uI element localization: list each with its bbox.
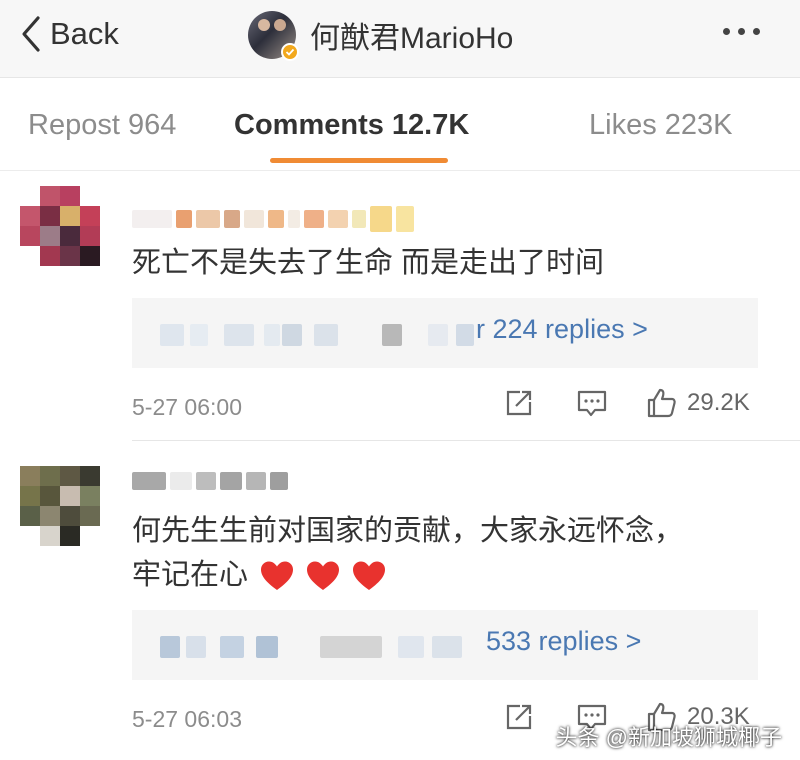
repost-button[interactable]: [502, 386, 536, 420]
thumbs-up-icon: [647, 388, 676, 418]
comment-text: 死亡不是失去了生命 而是走出了时间: [132, 247, 605, 279]
red-heart-icon: [353, 561, 386, 591]
comment-divider: [132, 440, 800, 441]
page-title: 何猷君MarioHo: [310, 22, 514, 55]
back-label: Back: [50, 16, 119, 51]
tab-comments[interactable]: Comments 12.7K: [234, 109, 469, 142]
view-replies-link[interactable]: r 224 replies >: [476, 314, 648, 345]
top-nav-bar: Back 何猷君MarioHo: [0, 0, 800, 78]
repost-button[interactable]: [502, 700, 536, 734]
comment-icon: [577, 390, 607, 417]
red-heart-icon: [307, 561, 340, 591]
comment-button[interactable]: [575, 386, 609, 420]
commenter-avatar[interactable]: [20, 186, 100, 266]
red-heart-icon: [261, 561, 294, 591]
like-count: 29.2K: [687, 389, 750, 416]
verified-badge-icon: [281, 43, 299, 61]
tab-bar: Repost 964 Comments 12.7K Likes 223K: [0, 79, 800, 171]
comment-text-line2: 牢记在心: [132, 552, 386, 598]
share-icon: [506, 704, 532, 730]
like-button[interactable]: 29.2K: [645, 386, 750, 420]
tab-repost[interactable]: Repost 964: [28, 109, 176, 142]
commenter-avatar[interactable]: [20, 466, 100, 546]
profile-title[interactable]: 何猷君MarioHo: [248, 10, 514, 61]
more-options-icon[interactable]: [723, 28, 760, 35]
replies-preview[interactable]: r 224 replies >: [132, 298, 758, 368]
comment-text: 何先生生前对国家的贡献，大家永远怀念，: [132, 515, 684, 547]
back-button[interactable]: Back: [18, 12, 119, 56]
share-icon: [506, 390, 532, 416]
comment-timestamp: 5-27 06:03: [132, 706, 242, 732]
chevron-left-icon: [22, 16, 40, 52]
tab-likes[interactable]: Likes 223K: [589, 109, 733, 142]
comment-timestamp: 5-27 06:00: [132, 394, 242, 420]
active-tab-indicator: [270, 158, 448, 163]
commenter-name[interactable]: [132, 468, 288, 494]
commenter-name[interactable]: [132, 206, 414, 232]
replies-preview[interactable]: 533 replies >: [132, 610, 758, 680]
view-replies-link[interactable]: 533 replies >: [486, 626, 641, 657]
avatar[interactable]: [248, 11, 299, 61]
watermark: 头条 @新加坡狮城椰子: [555, 725, 782, 750]
